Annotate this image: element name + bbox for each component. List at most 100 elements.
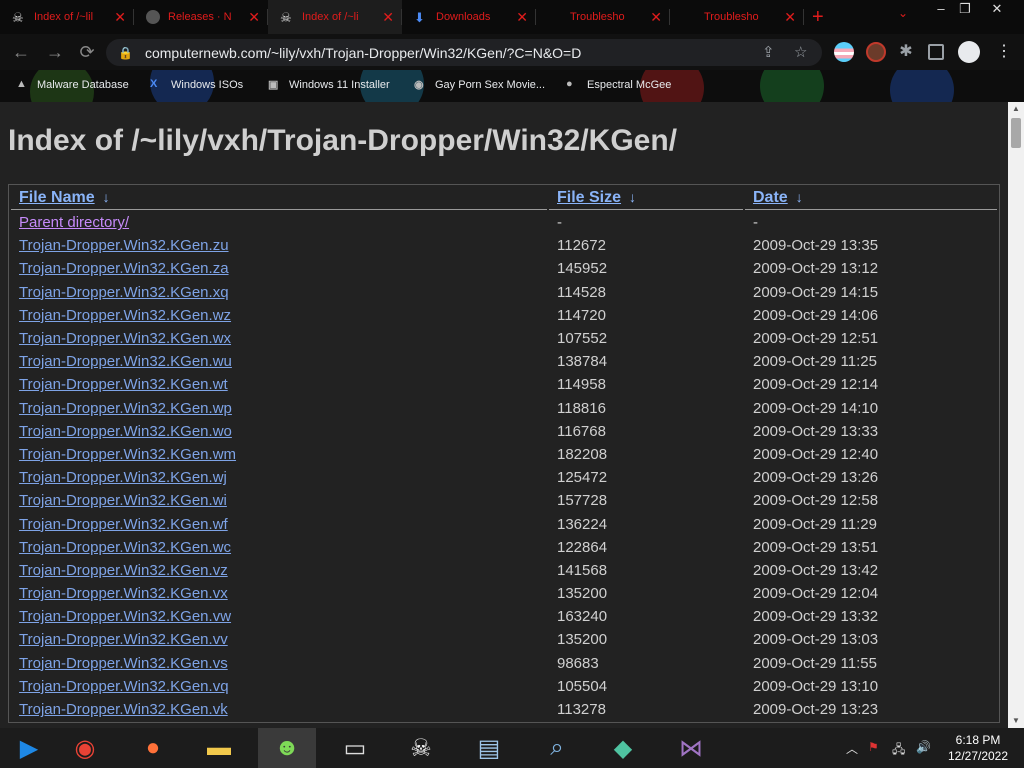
extension-flag-icon[interactable] [834,42,854,62]
taskbar-button[interactable]: ⋈ [662,728,720,768]
extension-avatar-icon[interactable] [866,42,886,62]
taskbar-button[interactable]: ☠ [392,728,450,768]
taskbar-button[interactable]: ⌕ [528,728,586,768]
forward-button[interactable]: → [40,37,70,67]
parent-directory-row: Parent directory/ - - [11,212,997,233]
sort-date-link[interactable]: Date [753,189,788,206]
table-header-row: File Name ↓ File Size ↓ Date ↓ [11,187,997,210]
network-icon[interactable]: 🖧 [892,740,905,761]
tab-search-button[interactable]: ⌄ [898,6,908,20]
file-link[interactable]: Trojan-Dropper.Win32.KGen.vq [19,678,229,695]
url-text[interactable]: computernewb.com/~lily/vxh/Trojan-Droppe… [145,45,581,61]
new-tab-button[interactable]: + [812,6,824,29]
file-link[interactable]: Trojan-Dropper.Win32.KGen.wt [19,376,228,393]
file-link[interactable]: Trojan-Dropper.Win32.KGen.vz [19,562,228,579]
file-link[interactable]: Trojan-Dropper.Win32.KGen.wo [19,423,232,440]
file-size-cell: 98683 [557,654,599,672]
file-date-cell: 2009-Oct-29 11:25 [753,353,877,371]
file-size-cell: 116768 [557,422,606,440]
file-size-cell: 136224 [557,515,608,533]
browser-tab[interactable]: ☠ Index of /~lil ✕ [0,0,134,34]
file-link[interactable]: Trojan-Dropper.Win32.KGen.xq [19,284,229,301]
file-link[interactable]: Trojan-Dropper.Win32.KGen.zu [19,237,229,254]
browser-tab[interactable]: ⬇ Downloads ✕ [402,0,536,34]
taskbar-button[interactable]: ▤ [460,728,518,768]
sort-file-size-link[interactable]: File Size [557,189,621,206]
tray-overflow-chevron-icon[interactable]: ︿ [846,740,858,757]
file-link[interactable]: Trojan-Dropper.Win32.KGen.wm [19,446,236,463]
sort-file-name-link[interactable]: File Name [19,189,95,206]
profile-icon[interactable] [958,41,980,63]
scroll-up-arrow-icon[interactable]: ▲ [1008,102,1024,116]
file-link[interactable]: Trojan-Dropper.Win32.KGen.wu [19,353,232,370]
microsoft-icon [548,10,562,24]
clock-date: 12/27/2022 [947,749,1009,763]
taskbar-button[interactable]: ◆ [594,728,652,768]
security-alert-icon[interactable]: ⚑ [868,740,879,754]
file-date-cell: 2009-Oct-29 11:55 [753,654,877,672]
scroll-down-arrow-icon[interactable]: ▼ [1008,714,1024,728]
side-panel-icon[interactable] [928,44,944,60]
file-size-cell: 114528 [557,283,606,301]
browser-tab[interactable]: Releases · N ✕ [134,0,268,34]
system-clock[interactable]: 6:18 PM 12/27/2022 [938,732,1018,764]
table-row: Trojan-Dropper.Win32.KGen.vz 141568 2009-O… [11,560,997,581]
browser-tab[interactable]: ☠ Index of /~li ✕ [268,0,402,34]
file-link[interactable]: Trojan-Dropper.Win32.KGen.wi [19,492,227,509]
page-title: Index of /~lily/vxh/Trojan-Dropper/Win32… [8,124,678,157]
file-link[interactable]: Trojan-Dropper.Win32.KGen.vs [19,655,228,672]
taskbar-button[interactable]: ☻ [258,728,316,768]
menu-icon[interactable]: ⋮ [994,42,1014,62]
tab-close-icon[interactable]: ✕ [248,9,260,26]
bookmark-item[interactable]: ▣ Windows 11 Installer [268,78,390,92]
tab-close-icon[interactable]: ✕ [114,9,126,26]
page-scrollbar[interactable]: ▲ ▼ [1008,102,1024,728]
file-name-cell: Trojan-Dropper.Win32.KGen.xq [11,282,547,303]
restore-button[interactable]: ❐ [948,0,982,18]
share-icon[interactable]: ⇪ [762,43,775,61]
file-date-cell: 2009-Oct-29 13:32 [753,608,879,626]
table-row: Trojan-Dropper.Win32.KGen.vv 135200 2009-O… [11,629,997,650]
browser-tab[interactable]: Troublesho ✕ [536,0,670,34]
tab-close-icon[interactable]: ✕ [382,9,394,26]
file-link[interactable]: Trojan-Dropper.Win32.KGen.vx [19,585,228,602]
file-link[interactable]: Trojan-Dropper.Win32.KGen.wz [19,307,231,324]
bookmark-item[interactable]: X Windows ISOs [150,78,243,92]
file-link[interactable]: Trojan-Dropper.Win32.KGen.vk [19,701,228,718]
tab-close-icon[interactable]: ✕ [516,9,528,26]
close-window-button[interactable]: ✕ [980,0,1014,18]
browser-tab[interactable]: Troublesho ✕ [670,0,804,34]
extensions-puzzle-icon[interactable]: ✱ [896,42,916,62]
file-link[interactable]: Trojan-Dropper.Win32.KGen.vv [19,631,228,648]
volume-icon[interactable]: 🔊 [916,740,931,754]
address-bar[interactable]: 🔒 computernewb.com/~lily/vxh/Trojan-Drop… [106,39,822,66]
file-date-cell: 2009-Oct-29 13:51 [753,538,879,556]
file-link[interactable]: Trojan-Dropper.Win32.KGen.wp [19,400,232,417]
tab-close-icon[interactable]: ✕ [650,9,662,26]
file-link[interactable]: Trojan-Dropper.Win32.KGen.za [19,260,229,277]
reload-button[interactable]: ⟳ [72,37,102,67]
file-link[interactable]: Trojan-Dropper.Win32.KGen.wf [19,516,228,533]
tab-list: ☠ Index of /~lil ✕ Releases · N ✕ ☠ Index of /… [0,0,804,34]
taskbar-button[interactable]: ▬ [190,728,248,768]
file-date-cell: 2009-Oct-29 13:42 [753,561,879,579]
file-name-cell: Trojan-Dropper.Win32.KGen.wj [11,467,547,488]
taskbar-button[interactable]: ◉ [56,728,114,768]
taskbar-button[interactable]: ● [124,728,182,768]
file-link[interactable]: Trojan-Dropper.Win32.KGen.wx [19,330,231,347]
bookmark-item[interactable]: ● Espectral McGee [566,78,671,92]
bookmark-star-icon[interactable]: ☆ [794,43,807,61]
tab-close-icon[interactable]: ✕ [784,9,796,26]
file-link[interactable]: Trojan-Dropper.Win32.KGen.wj [19,469,227,486]
parent-directory-link[interactable]: Parent directory/ [19,214,129,231]
taskbar-button[interactable]: ▶ [0,728,58,768]
bookmark-item[interactable]: ◉ Gay Porn Sex Movie... [414,78,545,92]
taskbar-button[interactable]: ▭ [326,728,384,768]
scrollbar-thumb[interactable] [1011,118,1021,148]
file-link[interactable]: Trojan-Dropper.Win32.KGen.wc [19,539,231,556]
file-date-cell: 2009-Oct-29 13:26 [753,469,879,487]
bookmark-item[interactable]: ▲ Malware Database [16,78,129,92]
taskbar: ▶ ◉ ● ▬ ☻ ▭ ☠ ▤ ⌕ ◆ ⋈ ︿ ⚑ 🖧 🔊 6:18 PM 12/27/2022 [0,728,1024,768]
file-link[interactable]: Trojan-Dropper.Win32.KGen.vw [19,608,231,625]
back-button[interactable]: ← [6,37,36,67]
